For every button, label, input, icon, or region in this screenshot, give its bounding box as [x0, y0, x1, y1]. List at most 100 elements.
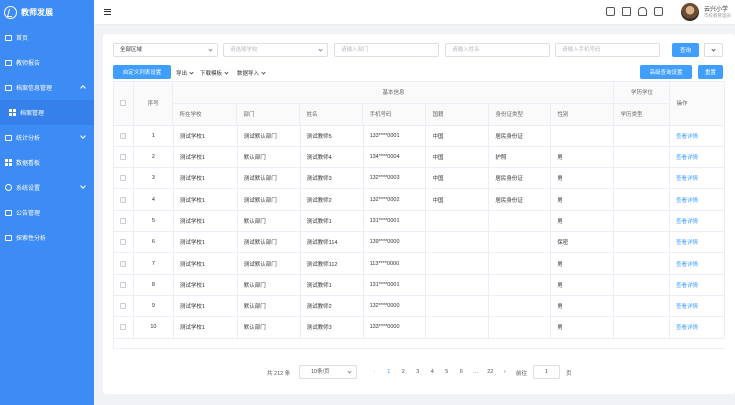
name-input[interactable]: 请输入姓名: [445, 43, 550, 57]
row-checkbox[interactable]: [120, 281, 127, 288]
view-detail-link[interactable]: 查看详情: [676, 217, 698, 225]
row-nationality: [426, 295, 490, 317]
row-checkbox[interactable]: [120, 239, 127, 246]
row-action: 查看详情: [670, 168, 725, 189]
export-label: 导出: [176, 71, 188, 77]
header-department: 部门: [237, 103, 301, 125]
row-checkbox[interactable]: [120, 324, 127, 331]
view-detail-link[interactable]: 查看详情: [676, 281, 698, 289]
table-row: 1 测试学校1 测试默认部门 测试教师5 133****0001 中国 居民身份证 查看详情: [114, 125, 725, 147]
row-index: 5: [134, 210, 174, 232]
expand-filter-button[interactable]: [704, 43, 723, 57]
row-action: 查看详情: [670, 253, 725, 274]
page-2[interactable]: 2: [396, 369, 411, 375]
page-6[interactable]: 6: [454, 369, 469, 375]
row-id-type: 护照: [489, 146, 552, 168]
header-id-type: 身份证类型: [489, 103, 552, 125]
select-all-checkbox[interactable]: [120, 100, 127, 107]
row-checkbox-cell: [114, 232, 134, 253]
sidebar-item-label: 档案信息管理: [16, 86, 53, 92]
download-template-dropdown[interactable]: 下载模板: [200, 69, 229, 77]
prev-page-icon[interactable]: ‹: [367, 369, 382, 375]
sidebar-item-exploratory[interactable]: 探索性分析: [0, 225, 94, 250]
row-checkbox-cell: [114, 210, 134, 232]
next-page-icon[interactable]: ›: [498, 369, 513, 375]
view-detail-link[interactable]: 查看详情: [676, 153, 698, 161]
user-name[interactable]: 云兴小学: [704, 4, 728, 13]
row-checkbox[interactable]: [120, 217, 127, 224]
sidebar-item-teacher-report[interactable]: 教师报告: [0, 50, 94, 75]
phone-input[interactable]: 请输入手机号码: [555, 43, 660, 57]
table-row: 10 测试学校1 默认部门 测试教师3 133****0000 男 查看详情: [114, 317, 725, 339]
row-checkbox-cell: [114, 146, 134, 168]
view-detail-link[interactable]: 查看详情: [676, 132, 698, 140]
sidebar-item-archive-info[interactable]: 档案信息管理: [0, 75, 94, 100]
table-row: 2 测试学校1 默认部门 测试教师4 134****0004 中国 护照男 查看详情: [114, 146, 725, 169]
view-detail-link[interactable]: 查看详情: [676, 260, 698, 268]
region-select[interactable]: 全部区域: [113, 43, 218, 57]
row-school: 测试学校1: [174, 274, 238, 295]
view-detail-link[interactable]: 查看详情: [676, 302, 698, 310]
row-checkbox[interactable]: [120, 175, 127, 182]
header-action: 操作: [670, 82, 725, 126]
sidebar-item-label: 统计分析: [16, 136, 41, 142]
table-row: 3 测试学校1 测试默认部门 测试教师3 132****0003 中国 居民身份证男 查看详情: [114, 168, 725, 190]
card-icon[interactable]: [654, 7, 663, 16]
sidebar-item-settings[interactable]: 系统设置: [0, 175, 94, 200]
reset-button[interactable]: 重置: [698, 65, 723, 79]
menu-toggle-icon[interactable]: [104, 9, 111, 15]
row-name: 测试教师2: [301, 189, 364, 210]
page-1[interactable]: 1: [382, 369, 397, 375]
row-gender: 男: [551, 168, 615, 189]
bell-icon[interactable]: [638, 7, 647, 16]
avatar[interactable]: [681, 3, 699, 21]
page-4[interactable]: 4: [425, 369, 440, 375]
row-checkbox[interactable]: [120, 196, 127, 203]
row-checkbox[interactable]: [120, 303, 127, 310]
page-ellipsis[interactable]: …: [469, 369, 484, 375]
row-checkbox-cell: [114, 295, 134, 317]
row-phone: 139****0000: [364, 232, 427, 253]
row-checkbox[interactable]: [120, 260, 127, 267]
row-school: 测试学校1: [174, 295, 238, 317]
page-numbers: ‹ 1 2 3 4 5 6 … 22 ›: [367, 369, 512, 375]
app-title: 教师发展: [21, 8, 53, 17]
row-index: 7: [134, 253, 174, 274]
custom-columns-button[interactable]: 自定义列表设置: [113, 65, 171, 79]
table-row-spacer: [114, 339, 725, 349]
gear-icon: [4, 184, 12, 192]
table-body: 1 测试学校1 测试默认部门 测试教师5 133****0001 中国 居民身份证 查看详情 2…: [114, 125, 725, 339]
folder-icon: [4, 84, 12, 92]
row-edu-type: [614, 210, 671, 232]
data-import-dropdown[interactable]: 数据导入: [237, 69, 266, 77]
advanced-query-button[interactable]: 高级查询设置: [640, 65, 692, 79]
view-detail-link[interactable]: 查看详情: [676, 238, 698, 246]
page-22[interactable]: 22: [483, 369, 498, 375]
goto-page-input[interactable]: 1: [533, 365, 560, 379]
view-detail-link[interactable]: 查看详情: [676, 196, 698, 204]
school-select-placeholder: 请选择学校: [230, 47, 258, 53]
export-dropdown[interactable]: 导出: [176, 69, 194, 77]
view-detail-link[interactable]: 查看详情: [676, 174, 698, 182]
page-5[interactable]: 5: [440, 369, 455, 375]
row-gender: 男: [551, 253, 615, 274]
sidebar-item-announcements[interactable]: 公告管理: [0, 200, 94, 225]
sidebar-item-statistics[interactable]: 统计分析: [0, 125, 94, 150]
sidebar-item-home[interactable]: 首页: [0, 25, 94, 50]
sidebar-item-archive-manage[interactable]: 档案管理: [0, 100, 94, 125]
page-size-select[interactable]: 10条/页: [299, 365, 357, 379]
sidebar-item-dashboard[interactable]: 数据看板: [0, 150, 94, 175]
query-button[interactable]: 查询: [672, 43, 699, 57]
row-checkbox[interactable]: [120, 132, 127, 139]
fullscreen-icon[interactable]: [606, 7, 615, 16]
row-edu-type: [614, 295, 671, 317]
theme-icon[interactable]: [622, 7, 631, 16]
view-detail-link[interactable]: 查看详情: [676, 323, 698, 331]
school-select[interactable]: 请选择学校: [223, 43, 328, 57]
department-input[interactable]: 请输入部门: [334, 43, 439, 57]
row-checkbox[interactable]: [120, 154, 127, 161]
row-phone: 131****0001: [364, 210, 427, 232]
page-3[interactable]: 3: [411, 369, 426, 375]
row-id-type: [489, 210, 552, 232]
row-phone: 131****0001: [364, 274, 427, 295]
